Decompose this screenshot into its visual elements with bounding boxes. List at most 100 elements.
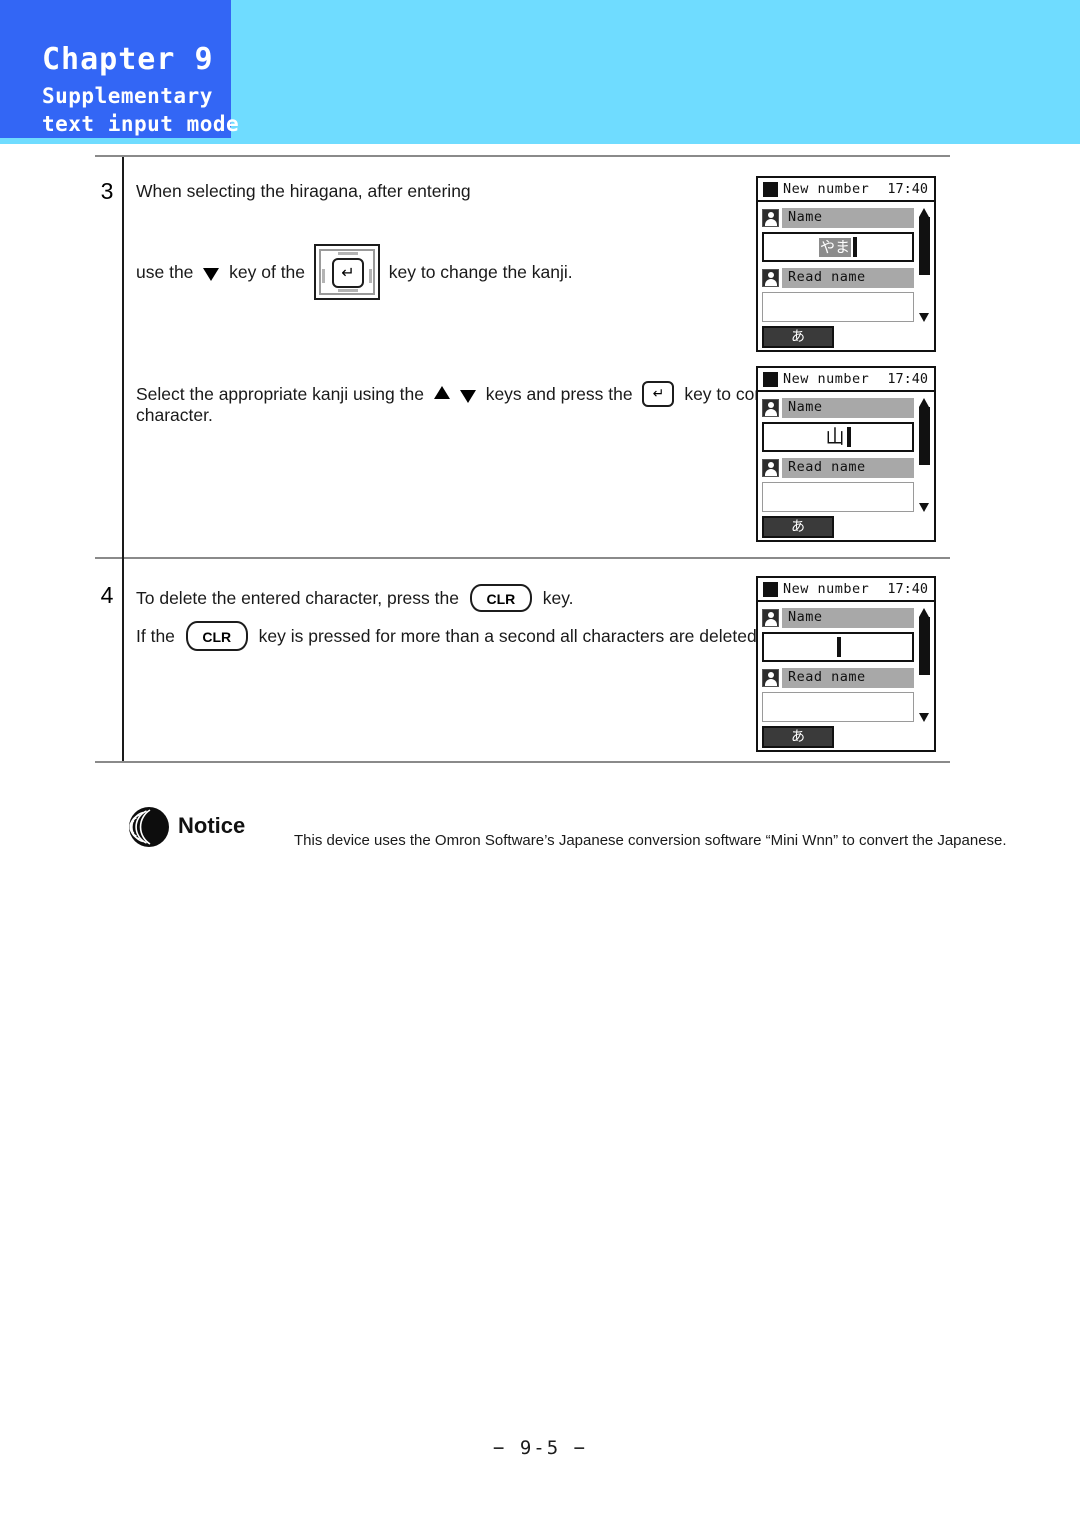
- screen1-name-field-content: やま: [764, 234, 912, 260]
- screen3-readname-field-content: [763, 693, 913, 721]
- screen2-title: New number: [783, 371, 870, 387]
- text-caret-3: [837, 637, 841, 657]
- person-icon-head-5: [768, 612, 774, 618]
- screen1-readname-field[interactable]: [762, 292, 914, 322]
- screen1-name-label-row: Name: [762, 208, 914, 228]
- text-caret-2: [846, 427, 851, 447]
- screen3-title: New number: [783, 581, 870, 597]
- screen3-name-label-row: Name: [762, 608, 914, 628]
- chapter-header: Chapter 9 Supplementary text input mode: [0, 0, 1080, 145]
- enter-key-icon: ↵: [642, 381, 675, 407]
- person-icon-body: [765, 219, 777, 226]
- person-icon-body-6: [765, 679, 777, 686]
- scroll-thumb[interactable]: [919, 217, 930, 275]
- step-number-3: 3: [100, 178, 114, 204]
- person-icon-body-3: [765, 409, 777, 416]
- navkey-center-button: ↵: [331, 258, 364, 288]
- screen2-name-field[interactable]: 山: [762, 422, 914, 452]
- screen2-name-label-row: Name: [762, 398, 914, 418]
- person-icon: [762, 209, 779, 227]
- screen2-readname-field[interactable]: [762, 482, 914, 512]
- screen2-readname-label: Read name: [788, 459, 866, 475]
- screen3-name-field[interactable]: [762, 632, 914, 662]
- clr-key-icon-2: CLR: [185, 621, 248, 651]
- screen2-readname-label-row: Read name: [762, 458, 914, 478]
- step-number-4: 4: [100, 582, 114, 608]
- screen2-clock: 17:40: [887, 371, 928, 387]
- step4-instruction-line2: If the CLR key is pressed for more than …: [136, 621, 762, 651]
- step4-line2-post: key is pressed for more than a second al…: [253, 625, 762, 646]
- screen1-readname-label: Read name: [788, 269, 866, 285]
- screen1-readname-field-content: [763, 293, 913, 321]
- screen2-readname-field-content: [763, 483, 913, 511]
- person-icon-head: [768, 212, 774, 218]
- screen3-name-label: Name: [788, 609, 823, 625]
- screen1-titlebar: New number 17:40: [758, 178, 934, 202]
- step4-line1-pre: To delete the entered character, press t…: [136, 587, 464, 608]
- screen3-readname-field[interactable]: [762, 692, 914, 722]
- person-icon-4: [762, 459, 779, 477]
- scroll-thumb-2[interactable]: [919, 407, 930, 465]
- scroll-thumb-3[interactable]: [919, 617, 930, 675]
- scroll-down-arrow-icon-2[interactable]: [919, 503, 929, 512]
- person-icon-5: [762, 609, 779, 627]
- notice-label: Notice: [178, 813, 246, 838]
- device-screen-2: New number 17:40 Name 山 Read name あ: [756, 366, 936, 542]
- screen3-scrollbar[interactable]: [919, 608, 930, 722]
- screen3-input-mode-indicator: あ: [762, 726, 834, 748]
- screen2-status-square-icon: [763, 372, 778, 387]
- navkey-nub-bottom: [337, 289, 358, 292]
- scroll-up-arrow-icon-3[interactable]: [919, 608, 929, 617]
- step3-instruction-line1: When selecting the hiragana, after enter…: [136, 181, 471, 201]
- scroll-up-arrow-icon[interactable]: [919, 208, 929, 217]
- scroll-down-arrow-icon[interactable]: [919, 313, 929, 322]
- step3-instruction-line2: use the key of the ↵ key to change the k…: [136, 244, 573, 300]
- scroll-up-arrow-icon-2[interactable]: [919, 398, 929, 407]
- device-screen-3: New number 17:40 Name Read name あ: [756, 576, 936, 752]
- page-footer: − 9-5 −: [492, 1437, 588, 1459]
- screen1-scrollbar[interactable]: [919, 208, 930, 322]
- step3-instruction-line3: Select the appropriate kanji using the k…: [136, 381, 822, 407]
- screen2-scrollbar[interactable]: [919, 398, 930, 512]
- navkey-nub-top: [337, 252, 358, 255]
- chapter-subtitle-line1: Supplementary: [42, 84, 213, 108]
- step-table-middle-rule: [95, 557, 950, 559]
- navigation-enter-key-icon: ↵: [313, 244, 380, 300]
- text-caret: [853, 237, 857, 257]
- person-icon-3: [762, 399, 779, 417]
- notice-text: This device uses the Omron Software’s Ja…: [294, 832, 1007, 849]
- arrow-down-icon-2: [459, 389, 476, 403]
- screen1-name-value: やま: [818, 237, 851, 257]
- screen1-clock: 17:40: [887, 181, 928, 197]
- navkey-nub-right: [368, 269, 372, 283]
- screen1-input-mode-indicator: あ: [762, 326, 834, 348]
- screen2-input-mode-indicator: あ: [762, 516, 834, 538]
- step3-instruction-line4: character.: [136, 405, 213, 425]
- step-table-top-rule: [95, 155, 950, 157]
- enter-arrow-icon: ↵: [341, 263, 355, 282]
- device-screen-1: New number 17:40 Name やま Read name あ: [756, 176, 936, 352]
- person-icon-head-2: [768, 272, 774, 278]
- clr-key-icon: CLR: [469, 584, 532, 612]
- screen3-titlebar: New number 17:40: [758, 578, 934, 602]
- step3-line2-mid: key of the: [224, 261, 310, 282]
- arrow-up-icon: [433, 385, 450, 399]
- person-icon-head-4: [768, 462, 774, 468]
- person-icon-6: [762, 669, 779, 687]
- step4-instruction-line1: To delete the entered character, press t…: [136, 584, 574, 612]
- screen1-name-label: Name: [788, 209, 823, 225]
- screen3-clock: 17:40: [887, 581, 928, 597]
- step-table-vertical-rule: [122, 157, 124, 761]
- person-icon-2: [762, 269, 779, 287]
- screen3-readname-label: Read name: [788, 669, 866, 685]
- screen1-name-field[interactable]: やま: [762, 232, 914, 262]
- person-icon-body-2: [765, 279, 777, 286]
- step3-line2-post: key to change the kanji.: [383, 261, 573, 282]
- screen2-name-field-content: 山: [764, 424, 912, 450]
- chapter-title: Chapter 9: [42, 42, 214, 77]
- screen2-name-label: Name: [788, 399, 823, 415]
- person-icon-body-5: [765, 619, 777, 626]
- scroll-down-arrow-icon-3[interactable]: [919, 713, 929, 722]
- person-icon-head-3: [768, 402, 774, 408]
- step4-line2-pre: If the: [136, 625, 180, 646]
